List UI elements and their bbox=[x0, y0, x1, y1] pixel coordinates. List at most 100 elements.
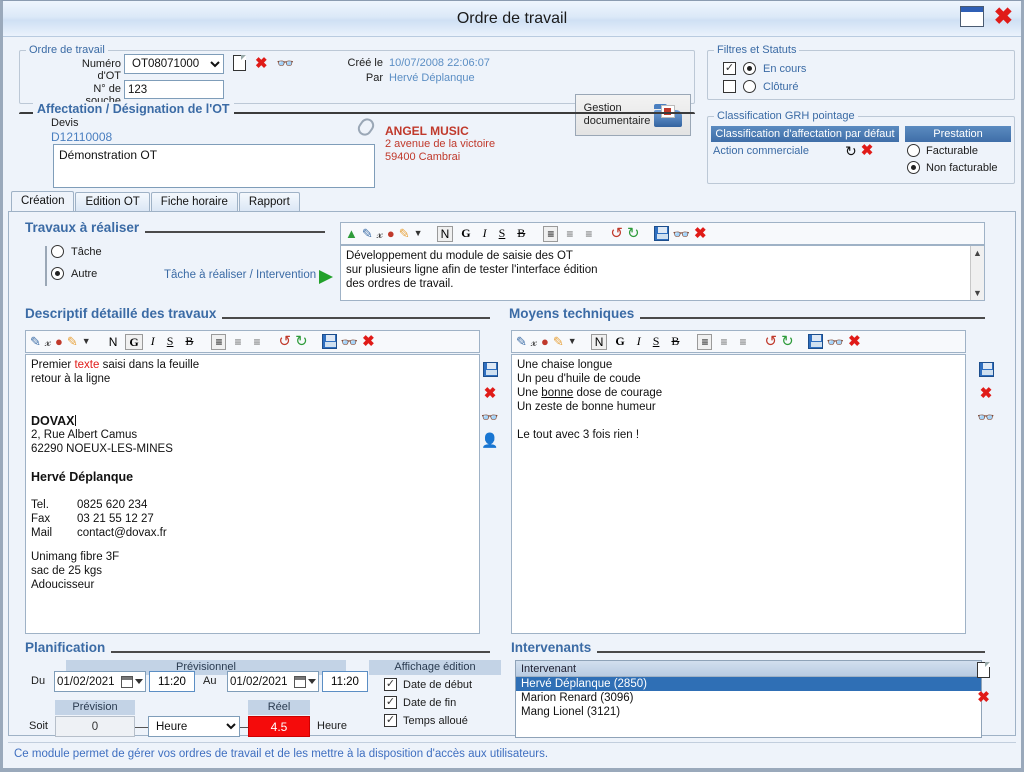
align-right-icon[interactable]: ≡ bbox=[735, 334, 750, 350]
redo-icon[interactable]: ↻ bbox=[627, 226, 640, 241]
dropdown-caret-icon[interactable]: ▼ bbox=[568, 337, 577, 346]
italic-icon[interactable]: I bbox=[479, 225, 491, 242]
redo-icon[interactable]: ↻ bbox=[781, 334, 794, 349]
au-date-input[interactable]: 01/02/2021 bbox=[227, 671, 319, 692]
palette-icon[interactable]: ● bbox=[55, 335, 63, 348]
palette-icon[interactable]: ● bbox=[387, 227, 395, 240]
align-right-icon[interactable]: ≡ bbox=[249, 334, 264, 350]
statut-en-cours-row[interactable]: ✓ En cours bbox=[723, 62, 806, 75]
du-time-input[interactable]: 11:20 bbox=[149, 671, 195, 692]
font-size-icon[interactable]: 𝓍 bbox=[531, 335, 537, 348]
underline-icon[interactable]: S bbox=[649, 333, 664, 350]
bold-icon[interactable]: G bbox=[125, 333, 143, 350]
strikethrough-icon[interactable]: B bbox=[181, 333, 197, 350]
autre-radio[interactable] bbox=[51, 267, 64, 280]
strikethrough-icon[interactable]: B bbox=[667, 333, 683, 350]
travaux-editor[interactable]: Développement du module de saisie des OT… bbox=[340, 245, 985, 301]
descriptif-editor[interactable]: Premier texte saisi dans la feuille reto… bbox=[25, 354, 480, 634]
radio-autre-row[interactable]: Autre bbox=[51, 267, 97, 280]
statut-cloture-row[interactable]: Clôturé bbox=[723, 80, 798, 93]
normal-icon[interactable]: N bbox=[436, 225, 454, 242]
tache-radio[interactable] bbox=[51, 245, 64, 258]
underline-icon[interactable]: S bbox=[495, 225, 510, 242]
chevron-down-icon[interactable] bbox=[135, 679, 143, 684]
brush-icon[interactable]: ✎ bbox=[30, 335, 41, 348]
list-item[interactable]: Hervé Déplanque (2850) bbox=[516, 677, 981, 691]
travaux-scrollbar[interactable]: ▲ ▼ bbox=[970, 246, 984, 300]
temps-alloue-checkbox[interactable]: ✓ bbox=[384, 714, 397, 727]
font-size-icon[interactable]: 𝓍 bbox=[377, 227, 383, 240]
delete-icon[interactable]: ✖ bbox=[848, 334, 861, 349]
undo-icon[interactable]: ↺ bbox=[764, 334, 777, 349]
save-icon[interactable] bbox=[978, 362, 994, 377]
calendar-icon[interactable] bbox=[121, 675, 133, 688]
delete-icon[interactable]: ✖ bbox=[255, 56, 268, 71]
highlighter-icon[interactable]: ✎ bbox=[67, 335, 78, 348]
strikethrough-icon[interactable]: B bbox=[513, 225, 529, 242]
search-binoculars-icon[interactable]: 👓 bbox=[277, 56, 294, 70]
facturable-row[interactable]: Facturable bbox=[907, 144, 978, 157]
moyens-editor[interactable]: Une chaise longue Un peu d'huile de coud… bbox=[511, 354, 966, 634]
close-icon[interactable]: ✖ bbox=[994, 5, 1013, 28]
dropdown-caret-icon[interactable]: ▼ bbox=[82, 337, 91, 346]
du-date-input[interactable]: 01/02/2021 bbox=[54, 671, 146, 692]
bold-icon[interactable]: G bbox=[611, 333, 628, 350]
save-icon[interactable] bbox=[482, 362, 498, 377]
palette-icon[interactable]: ● bbox=[541, 335, 549, 348]
underline-icon[interactable]: S bbox=[163, 333, 178, 350]
delete-icon[interactable]: ✖ bbox=[484, 386, 497, 401]
radio-tache-row[interactable]: Tâche bbox=[51, 245, 102, 258]
designation-input[interactable]: Démonstration OT bbox=[53, 144, 375, 188]
contact-icon[interactable]: 👤 bbox=[481, 433, 498, 447]
tab-creation[interactable]: Création bbox=[11, 191, 75, 211]
unit-select[interactable]: Heure bbox=[148, 716, 240, 737]
normal-icon[interactable]: N bbox=[105, 334, 122, 350]
align-center-icon[interactable]: ≡ bbox=[230, 334, 245, 350]
italic-icon[interactable]: I bbox=[633, 333, 645, 350]
search-binoculars-icon[interactable]: 👓 bbox=[977, 410, 994, 424]
align-left-icon[interactable]: ≡ bbox=[697, 333, 713, 350]
en-cours-radio[interactable] bbox=[743, 62, 756, 75]
facturable-radio[interactable] bbox=[907, 144, 920, 157]
dropdown-caret-icon[interactable]: ▼ bbox=[414, 229, 423, 238]
align-left-icon[interactable]: ≡ bbox=[543, 225, 559, 242]
affichage-date-debut-row[interactable]: ✓ Date de début bbox=[384, 678, 472, 691]
affichage-date-fin-row[interactable]: ✓ Date de fin bbox=[384, 696, 456, 709]
highlighter-icon[interactable]: ✎ bbox=[399, 227, 410, 240]
delete-icon[interactable]: ✖ bbox=[362, 334, 375, 349]
new-document-icon[interactable] bbox=[233, 55, 246, 71]
affichage-temps-alloue-row[interactable]: ✓ Temps alloué bbox=[384, 714, 468, 727]
tab-edition-ot[interactable]: Edition OT bbox=[75, 192, 150, 211]
arrow-right-icon[interactable] bbox=[319, 270, 333, 284]
delete-icon[interactable]: ✖ bbox=[861, 143, 874, 158]
new-document-icon[interactable] bbox=[977, 662, 990, 678]
save-icon[interactable] bbox=[321, 334, 337, 349]
align-left-icon[interactable]: ≡ bbox=[211, 333, 227, 350]
intervenants-list[interactable]: Intervenant Hervé Déplanque (2850) Mario… bbox=[515, 660, 982, 738]
save-icon[interactable] bbox=[653, 226, 669, 241]
non-facturable-row[interactable]: Non facturable bbox=[907, 161, 998, 174]
align-center-icon[interactable]: ≡ bbox=[716, 334, 731, 350]
search-binoculars-icon[interactable]: 👓 bbox=[481, 410, 498, 424]
normal-icon[interactable]: N bbox=[590, 333, 608, 350]
list-item[interactable]: Marion Renard (3096) bbox=[516, 691, 981, 705]
brush-icon[interactable]: ✎ bbox=[362, 227, 373, 240]
delete-icon[interactable]: ✖ bbox=[694, 226, 707, 241]
brush-icon[interactable]: ✎ bbox=[516, 335, 527, 348]
date-fin-checkbox[interactable]: ✓ bbox=[384, 696, 397, 709]
search-binoculars-icon[interactable]: 👓 bbox=[341, 335, 358, 349]
align-center-icon[interactable]: ≡ bbox=[562, 226, 577, 242]
bold-icon[interactable]: G bbox=[457, 225, 474, 242]
delete-icon[interactable]: ✖ bbox=[980, 386, 993, 401]
undo-icon[interactable]: ↺ bbox=[610, 226, 623, 241]
tab-fiche-horaire[interactable]: Fiche horaire bbox=[150, 192, 238, 211]
numero-ot-select[interactable]: OT08071000 bbox=[124, 54, 224, 74]
highlighter-icon[interactable]: ✎ bbox=[553, 335, 564, 348]
search-binoculars-icon[interactable]: 👓 bbox=[673, 227, 690, 241]
delete-icon[interactable]: ✖ bbox=[977, 690, 990, 705]
redo-icon[interactable]: ↻ bbox=[295, 334, 308, 349]
align-right-icon[interactable]: ≡ bbox=[581, 226, 596, 242]
calendar-icon[interactable] bbox=[294, 675, 306, 688]
undo-icon[interactable]: ↺ bbox=[278, 334, 291, 349]
date-debut-checkbox[interactable]: ✓ bbox=[384, 678, 397, 691]
